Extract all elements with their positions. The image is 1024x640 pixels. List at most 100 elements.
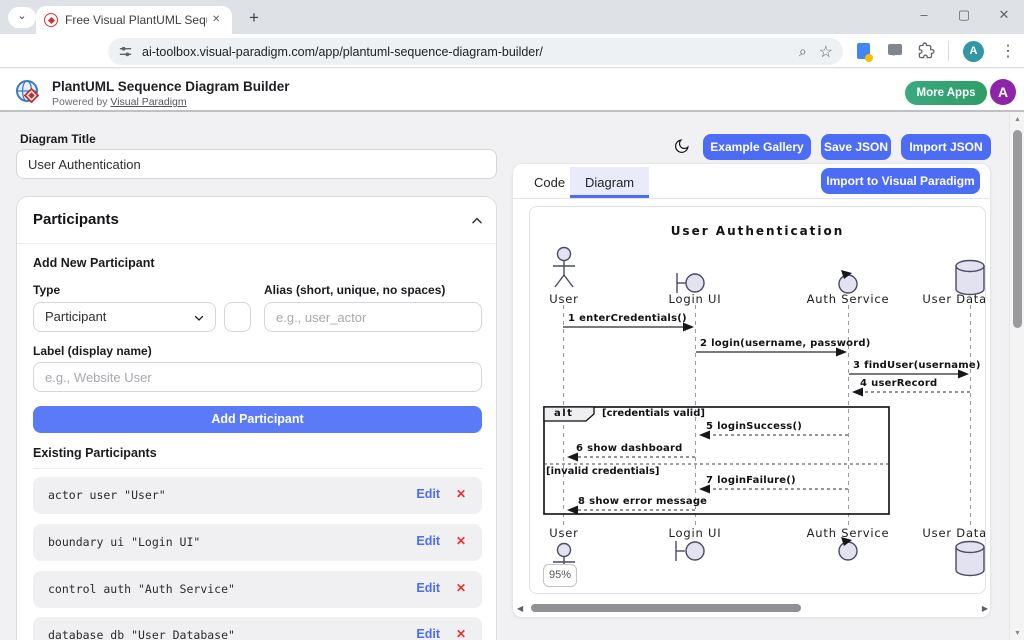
sequence-diagram-graphics (530, 207, 986, 594)
message-seq: 1 (568, 313, 575, 324)
visual-paradigm-logo (14, 78, 42, 106)
chevron-down-icon (193, 312, 205, 324)
zoom-level-badge: 95% (543, 564, 577, 587)
edit-participant-link[interactable]: Edit (416, 581, 440, 595)
url-text[interactable]: ai-toolbox.visual-paradigm.com/app/plant… (142, 45, 787, 59)
participant-row: actor user "User" Edit ✕ (33, 477, 482, 514)
delete-participant-icon[interactable]: ✕ (456, 534, 466, 548)
import-to-vp-button[interactable]: Import to Visual Paradigm (821, 168, 980, 194)
tab-search-button[interactable]: ⌄ (8, 7, 36, 28)
message-seq: 2 (700, 338, 707, 349)
diagram-title: User Authentication (530, 224, 985, 238)
diagram-canvas[interactable]: User Authentication User Login UI Auth S… (529, 206, 986, 594)
message-label: 4userRecord (860, 378, 937, 389)
message-text: findUser(username) (864, 360, 980, 371)
comments-extension-icon[interactable] (888, 44, 902, 55)
site-favicon-icon (44, 13, 58, 27)
message-text: show dashboard (587, 443, 682, 454)
existing-participants-heading: Existing Participants (33, 446, 157, 460)
message-label: 7loginFailure() (706, 475, 796, 486)
chrome-menu-icon[interactable]: ⋮ (1000, 41, 1016, 61)
participant-code: database db "User Database" (48, 628, 235, 640)
section-divider (17, 243, 496, 244)
delete-participant-icon[interactable]: ✕ (456, 627, 466, 640)
save-json-button[interactable]: Save JSON (821, 134, 891, 160)
new-tab-button[interactable]: + (243, 7, 265, 29)
powered-by-text: Powered by (52, 96, 107, 108)
horizontal-scrollbar[interactable]: ◀ ▶ (517, 601, 988, 615)
lifeline-label-user-bottom: User (549, 526, 578, 540)
display-name-input[interactable] (33, 362, 482, 392)
delete-participant-icon[interactable]: ✕ (456, 581, 466, 595)
import-json-button[interactable]: Import JSON (901, 134, 991, 160)
tab-title: Free Visual PlantUML Sequence (65, 13, 207, 27)
lifeline-label-user: User (549, 292, 578, 306)
site-settings-icon[interactable] (118, 44, 133, 59)
alias-label: Alias (short, unique, no spaces) (264, 283, 445, 297)
message-seq: 6 (576, 443, 583, 454)
scroll-right-icon[interactable]: ▶ (982, 604, 988, 613)
message-text: loginSuccess() (717, 421, 802, 432)
vertical-scrollbar[interactable]: ▲ ▼ (1009, 113, 1024, 640)
tabs-divider (513, 198, 990, 199)
editor-panel: Code Diagram Import to Visual Paradigm (512, 163, 991, 618)
user-avatar[interactable]: A (990, 79, 1016, 105)
scroll-up-icon[interactable]: ▲ (1010, 116, 1024, 123)
collapse-chevron-icon[interactable] (470, 214, 484, 228)
scroll-down-icon[interactable]: ▼ (1010, 630, 1024, 637)
add-participant-button[interactable]: Add Participant (33, 406, 482, 433)
powered-by: Powered by Visual Paradigm (52, 96, 187, 108)
participants-card: Participants Add New Participant Type Al… (16, 196, 497, 640)
message-seq: 4 (860, 378, 867, 389)
edit-participant-link[interactable]: Edit (416, 627, 440, 640)
horizontal-scroll-thumb[interactable] (531, 604, 801, 612)
address-bar[interactable]: ai-toolbox.visual-paradigm.com/app/plant… (108, 38, 843, 65)
fragment-operator: alt (554, 408, 573, 419)
message-label: 1 enterCredentials() (568, 313, 687, 324)
example-gallery-button[interactable]: Example Gallery (703, 134, 811, 160)
edit-participant-link[interactable]: Edit (416, 534, 440, 548)
browser-tab[interactable]: Free Visual PlantUML Sequence ✕ (36, 6, 232, 34)
participant-code: actor user "User" (48, 488, 166, 502)
extensions-puzzle-icon[interactable] (918, 42, 935, 59)
zoom-page-icon[interactable]: ⌕ (799, 43, 807, 60)
browser-tabstrip: ⌄ Free Visual PlantUML Sequence ✕ + – ▢ … (0, 0, 1024, 34)
lifeline-label-auth-service: Auth Service (807, 292, 890, 306)
window-close-button[interactable]: ✕ (984, 0, 1024, 30)
vertical-scroll-thumb[interactable] (1013, 130, 1022, 328)
message-text: enterCredentials() (579, 313, 687, 324)
visual-paradigm-link[interactable]: Visual Paradigm (110, 96, 186, 108)
type-label: Type (33, 283, 60, 297)
participant-code: boundary ui "Login UI" (48, 535, 200, 549)
delete-participant-icon[interactable]: ✕ (456, 487, 466, 501)
participant-row: boundary ui "Login UI" Edit ✕ (33, 524, 482, 561)
window-minimize-button[interactable]: – (904, 0, 944, 30)
more-apps-button[interactable]: More Apps (905, 81, 987, 105)
side-panel-icon[interactable] (857, 43, 870, 59)
type-select[interactable]: Participant (33, 302, 216, 332)
list-divider (33, 468, 482, 469)
message-label: 6 show dashboard (576, 443, 682, 454)
message-label: 2login(username, password) (700, 338, 870, 349)
message-label: 8show error message (578, 496, 707, 507)
message-label: 3findUser(username) (853, 360, 981, 371)
dark-mode-moon-icon[interactable] (673, 138, 690, 155)
participant-row: control auth "Auth Service" Edit ✕ (33, 571, 482, 608)
display-name-label: Label (display name) (33, 344, 152, 358)
diagram-title-input[interactable] (16, 149, 497, 179)
tab-diagram[interactable]: Diagram (570, 167, 649, 198)
window-maximize-button[interactable]: ▢ (944, 0, 984, 30)
lifeline-label-user-database: User Database (922, 292, 986, 306)
toolbar-separator (948, 41, 949, 61)
bookmark-star-icon[interactable]: ☆ (819, 42, 833, 62)
message-seq: 5 (706, 421, 713, 432)
lifeline-label-login-ui: Login UI (669, 292, 722, 306)
type-select-value: Participant (45, 309, 106, 324)
tab-close-icon[interactable]: ✕ (209, 12, 225, 28)
browser-profile-avatar[interactable]: A (963, 41, 984, 62)
alias-input[interactable] (264, 302, 482, 332)
participant-color-input[interactable] (224, 302, 251, 332)
edit-participant-link[interactable]: Edit (416, 487, 440, 501)
lifeline-label-user-database-bottom: User Database (922, 526, 986, 540)
scroll-left-icon[interactable]: ◀ (517, 604, 523, 613)
